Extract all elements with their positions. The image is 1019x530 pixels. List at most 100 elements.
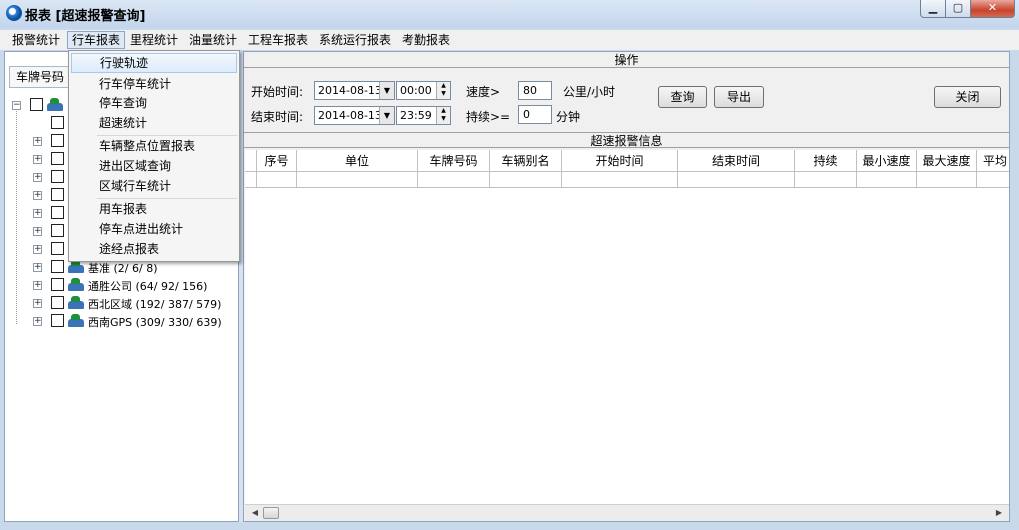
table-row[interactable] (245, 172, 1009, 188)
menu-engineering-report[interactable]: 工程车报表 (244, 31, 312, 49)
vehicle-group-icon (46, 97, 64, 113)
menu-item-vehicle-usage[interactable]: 用车报表 (71, 199, 237, 219)
row-header-cell (245, 172, 257, 188)
results-title: 超速报警信息 (244, 132, 1009, 148)
menu-item-area-driving[interactable]: 区域行车统计 (71, 176, 237, 196)
speed-label: 速度> (466, 85, 501, 99)
expand-icon[interactable]: + (33, 245, 42, 254)
window-title: 报表 [超速报警查询] (25, 9, 146, 24)
horizontal-scrollbar[interactable]: ◀ ▶ (245, 504, 1009, 521)
menu-attendance-report[interactable]: 考勤报表 (398, 31, 454, 49)
col-header-avg[interactable]: 平均 (977, 150, 1009, 172)
tree-checkbox[interactable] (51, 134, 64, 147)
expand-icon[interactable]: + (33, 281, 42, 290)
vehicle-group-icon (67, 313, 85, 329)
col-header-alias[interactable]: 车辆别名 (490, 150, 562, 172)
end-time-label: 结束时间: (251, 110, 304, 124)
tree-checkbox[interactable] (51, 278, 64, 291)
start-date-picker[interactable]: 2014-08-13 ▼ (314, 81, 395, 100)
minimize-button[interactable]: ▁ (920, 0, 946, 18)
menu-system-report[interactable]: 系统运行报表 (315, 31, 395, 49)
operations-title: 操作 (244, 52, 1009, 68)
end-date-value: 2014-08-13 (318, 109, 382, 122)
menu-driving-report[interactable]: 行车报表 (67, 31, 126, 49)
tree-node-label: 基准 (2/ 6/ 8) (88, 262, 158, 275)
table-cell (857, 172, 917, 188)
collapse-icon[interactable]: − (12, 101, 21, 110)
menu-alarm-stats[interactable]: 报警统计 (8, 31, 64, 49)
col-header-max-speed[interactable]: 最大速度 (917, 150, 977, 172)
menu-item-area-inout[interactable]: 进出区域查询 (71, 156, 237, 176)
duration-input[interactable]: 0 (518, 105, 552, 124)
table-cell (795, 172, 857, 188)
table-cell (297, 172, 418, 188)
search-type-combo[interactable]: 车牌号码 (9, 66, 71, 88)
expand-icon[interactable]: + (33, 227, 42, 236)
tree-row[interactable]: + 通胜公司 (64/ 92/ 156) (5, 277, 235, 295)
tree-row[interactable]: + 西北区域 (192/ 387/ 579) (5, 295, 235, 313)
tree-checkbox[interactable] (51, 188, 64, 201)
menu-mileage-stats[interactable]: 里程统计 (126, 31, 182, 49)
speed-input[interactable]: 80 (518, 81, 552, 100)
expand-icon[interactable]: + (33, 173, 42, 182)
menu-fuel-stats[interactable]: 油量统计 (185, 31, 241, 49)
menu-item-overspeed-stats[interactable]: 超速统计 (71, 113, 237, 133)
tree-checkbox[interactable] (51, 296, 64, 309)
menu-item-parking-query[interactable]: 停车查询 (71, 93, 237, 113)
dropdown-arrow-icon[interactable]: ▼ (379, 82, 394, 99)
tree-checkbox[interactable] (51, 224, 64, 237)
close-button[interactable]: 关闭 (934, 86, 1001, 108)
tree-checkbox[interactable] (51, 152, 64, 165)
vehicle-group-icon (67, 277, 85, 293)
start-time-value: 00:00 (400, 84, 432, 97)
scroll-left-icon[interactable]: ◀ (247, 505, 263, 521)
menu-item-hourly-position[interactable]: 车辆整点位置报表 (71, 136, 237, 156)
col-header-min-speed[interactable]: 最小速度 (857, 150, 917, 172)
scroll-thumb[interactable] (263, 507, 279, 519)
grid-corner (245, 150, 257, 172)
col-header-end[interactable]: 结束时间 (678, 150, 795, 172)
expand-icon[interactable]: + (33, 137, 42, 146)
expand-icon[interactable]: + (33, 209, 42, 218)
tree-checkbox[interactable] (30, 98, 43, 111)
table-cell (490, 172, 562, 188)
tree-row[interactable]: + 西南GPS (309/ 330/ 639) (5, 313, 235, 331)
results-grid[interactable]: 序号 单位 车牌号码 车辆别名 开始时间 结束时间 持续 最小速度 最大速度 平… (245, 150, 1009, 506)
menu-item-waypoint[interactable]: 途经点报表 (71, 239, 237, 259)
grid-header: 序号 单位 车牌号码 车辆别名 开始时间 结束时间 持续 最小速度 最大速度 平… (245, 150, 1009, 172)
expand-icon[interactable]: + (33, 155, 42, 164)
col-header-index[interactable]: 序号 (257, 150, 297, 172)
spin-arrows-icon[interactable]: ▲ ▼ (436, 107, 450, 124)
menu-item-parking-point[interactable]: 停车点进出统计 (71, 219, 237, 239)
tree-node-label: 通胜公司 (64/ 92/ 156) (88, 280, 208, 293)
end-time-spinner[interactable]: 23:59 ▲ ▼ (396, 106, 451, 125)
dropdown-arrow-icon[interactable]: ▼ (379, 107, 394, 124)
tree-checkbox[interactable] (51, 260, 64, 273)
tree-checkbox[interactable] (51, 242, 64, 255)
table-cell (917, 172, 977, 188)
query-button[interactable]: 查询 (658, 86, 707, 108)
col-header-duration[interactable]: 持续 (795, 150, 857, 172)
menu-item-trajectory[interactable]: 行驶轨迹 (71, 53, 237, 73)
tree-checkbox[interactable] (51, 314, 64, 327)
start-time-spinner[interactable]: 00:00 ▲ ▼ (396, 81, 451, 100)
tree-checkbox[interactable] (51, 206, 64, 219)
tree-node-label: 西南GPS (309/ 330/ 639) (88, 316, 222, 329)
expand-icon[interactable]: + (33, 263, 42, 272)
expand-icon[interactable]: + (33, 317, 42, 326)
maximize-button[interactable]: ▢ (945, 0, 971, 18)
end-date-picker[interactable]: 2014-08-13 ▼ (314, 106, 395, 125)
expand-icon[interactable]: + (33, 191, 42, 200)
close-window-button[interactable]: ✕ (970, 0, 1015, 18)
menu-item-drive-park-stats[interactable]: 行车停车统计 (71, 74, 237, 94)
table-cell (678, 172, 795, 188)
tree-checkbox[interactable] (51, 116, 64, 129)
expand-icon[interactable]: + (33, 299, 42, 308)
scroll-right-icon[interactable]: ▶ (991, 505, 1007, 521)
col-header-unit[interactable]: 单位 (297, 150, 418, 172)
spin-arrows-icon[interactable]: ▲ ▼ (436, 82, 450, 99)
export-button[interactable]: 导出 (714, 86, 764, 108)
col-header-plate[interactable]: 车牌号码 (418, 150, 490, 172)
tree-checkbox[interactable] (51, 170, 64, 183)
col-header-start[interactable]: 开始时间 (562, 150, 678, 172)
